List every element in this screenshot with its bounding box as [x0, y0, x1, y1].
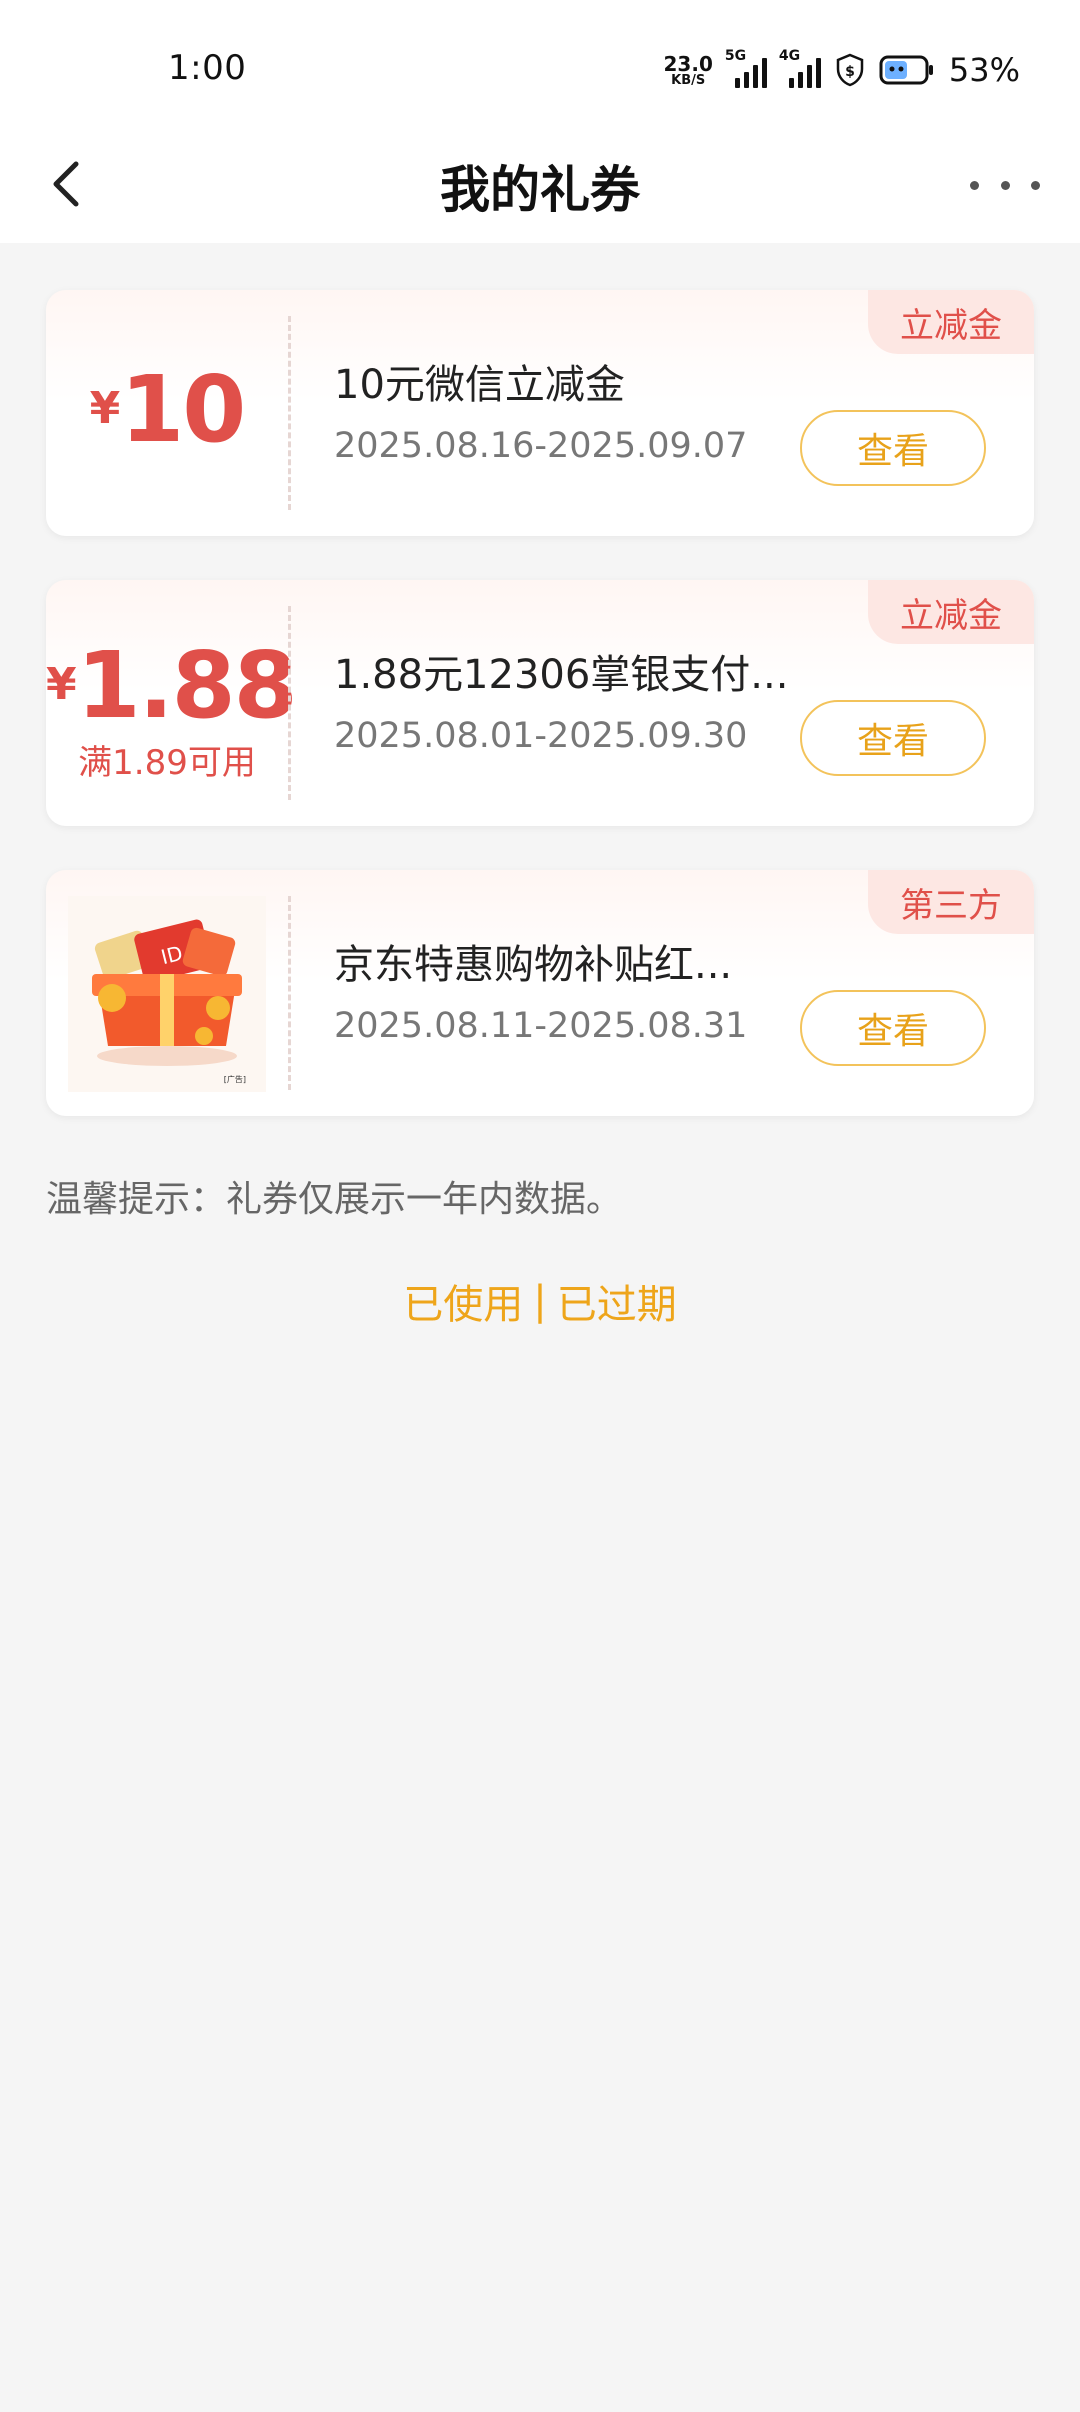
status-time: 1:00	[168, 48, 247, 88]
coupon-title: 10元微信立减金	[334, 362, 625, 408]
battery-percent: 53%	[948, 51, 1020, 89]
dashed-divider	[288, 606, 291, 800]
ad-caption: [广告]	[224, 1074, 246, 1084]
coupon-date-range: 2025.08.11-2025.08.31	[334, 1006, 748, 1046]
history-links: 已使用 | 已过期	[0, 1272, 1080, 1330]
link-separator: |	[533, 1278, 547, 1324]
coupon-title: 1.88元12306掌银支付...	[334, 652, 789, 698]
coupon-type-badge: 立减金	[868, 580, 1034, 644]
coupon-condition: 满1.89可用	[78, 743, 256, 783]
network-speed-unit: KB/S	[671, 72, 706, 88]
coupon-title: 京东特惠购物补贴红...	[334, 942, 733, 988]
coupon-type-badge: 立减金	[868, 290, 1034, 354]
status-bar: 1:00 23.0 KB/S 5G 4G $ 53%	[0, 0, 1080, 130]
shield-dollar-icon: $	[836, 53, 864, 87]
coupon-type-badge: 第三方	[868, 870, 1034, 934]
gift-box-icon: ID [广告]	[68, 896, 266, 1092]
status-icons: 23.0 KB/S 5G 4G $ 53%	[664, 48, 1020, 92]
currency-symbol: ¥	[89, 383, 121, 434]
amount-value: 10	[120, 356, 246, 463]
used-coupons-link[interactable]: 已使用	[403, 1272, 523, 1330]
view-button[interactable]: 查看	[800, 990, 986, 1066]
more-options-icon[interactable]	[970, 160, 1040, 210]
coupon-card[interactable]: 立减金 ¥1.88 满1.89可用 1.88元12306掌银支付... 2025…	[46, 580, 1034, 826]
coupon-card[interactable]: 第三方 ID [广告] 京东特惠购物补贴红... 2025.08.11-2025…	[46, 870, 1034, 1116]
amount-value: 1.88	[76, 632, 298, 739]
signal-4g-icon: 4G	[779, 48, 821, 88]
view-button[interactable]: 查看	[800, 410, 986, 486]
coupon-card[interactable]: 立减金 ¥10 10元微信立减金 2025.08.16-2025.09.07 查…	[46, 290, 1034, 536]
coupon-amount: ¥10	[46, 356, 288, 463]
signal-4g-label: 4G	[778, 48, 801, 64]
coupon-date-range: 2025.08.01-2025.09.30	[334, 716, 748, 756]
nav-header: 我的礼券	[0, 130, 1080, 243]
signal-5g-icon: 5G	[725, 48, 767, 88]
currency-symbol: ¥	[46, 659, 77, 710]
battery-icon	[879, 55, 933, 85]
svg-text:$: $	[845, 64, 855, 80]
network-speed: 23.0 KB/S	[664, 54, 713, 87]
view-button[interactable]: 查看	[800, 700, 986, 776]
dashed-divider	[288, 316, 291, 510]
tip-text: 温馨提示：礼券仅展示一年内数据。	[46, 1179, 623, 1220]
dashed-divider	[288, 896, 291, 1090]
network-speed-value: 23.0	[663, 51, 713, 76]
coupon-amount: ¥1.88 满1.89可用	[46, 632, 298, 784]
expired-coupons-link[interactable]: 已过期	[557, 1272, 677, 1330]
coupon-date-range: 2025.08.16-2025.09.07	[334, 426, 748, 466]
signal-5g-label: 5G	[724, 48, 747, 64]
page-title: 我的礼券	[440, 161, 640, 219]
